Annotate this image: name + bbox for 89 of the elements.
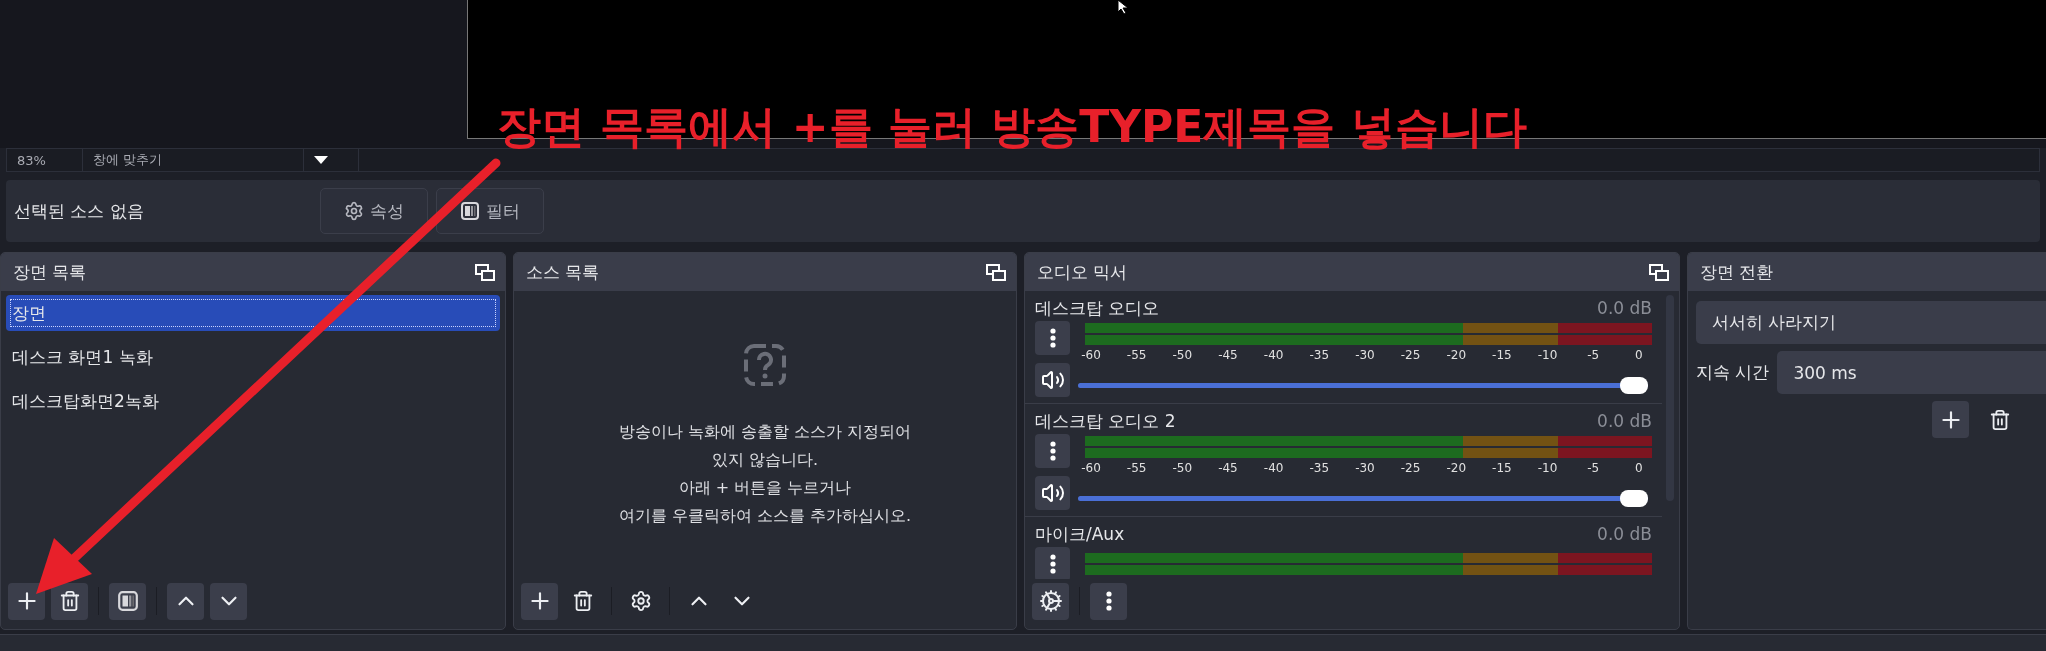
duration-field[interactable]: 300 ms bbox=[1777, 351, 2046, 394]
filter-icon bbox=[116, 590, 139, 612]
menu-button[interactable] bbox=[1035, 547, 1070, 579]
channel-name: 데스크탑 오디오 bbox=[1035, 296, 1160, 320]
filters-button[interactable] bbox=[109, 582, 146, 620]
move-down-button[interactable] bbox=[210, 582, 247, 620]
scale-label: 0 bbox=[1634, 347, 1644, 362]
scale-label: -15 bbox=[1491, 460, 1513, 475]
scale-label: -35 bbox=[1308, 347, 1331, 362]
empty-hint-text: 있지 않습니다. bbox=[711, 449, 819, 471]
trash-icon bbox=[1988, 408, 2011, 431]
more-icon bbox=[1105, 591, 1112, 611]
volume-reading: 0.0 dB bbox=[1597, 524, 1652, 544]
empty-hint-text: 아래 + 버튼을 누르거나 bbox=[678, 477, 852, 499]
settings-icon bbox=[344, 201, 364, 221]
scale-label: -10 bbox=[1536, 460, 1559, 475]
delete-button[interactable] bbox=[51, 582, 88, 620]
scale-label: -35 bbox=[1308, 460, 1331, 475]
add-button[interactable] bbox=[8, 582, 45, 620]
gear-icon bbox=[1038, 589, 1063, 613]
source-status: 선택된 소스 없음 bbox=[14, 199, 145, 223]
volume-reading: 0.0 dB bbox=[1597, 298, 1652, 318]
volume-slider[interactable] bbox=[1078, 489, 1648, 507]
scale-label: -45 bbox=[1217, 347, 1239, 362]
scene-item[interactable]: 데스크탑화면2녹화 bbox=[6, 383, 500, 419]
scene-item[interactable]: 장면 bbox=[6, 295, 500, 331]
volume-reading: 0.0 dB bbox=[1597, 411, 1652, 431]
scale-label: -25 bbox=[1399, 460, 1422, 475]
empty-hint-text: 방송이나 녹화에 송출할 소스가 지정되어 bbox=[618, 421, 912, 443]
settings-icon bbox=[629, 590, 652, 612]
undock-icon[interactable] bbox=[475, 263, 495, 281]
scale-label: -20 bbox=[1445, 347, 1468, 362]
more-icon bbox=[1049, 554, 1056, 574]
channel-name: 마이크/Aux bbox=[1035, 522, 1125, 546]
menu-button[interactable] bbox=[1035, 434, 1070, 468]
scale-label: -5 bbox=[1586, 347, 1601, 362]
add-button[interactable] bbox=[521, 582, 558, 620]
trash-icon bbox=[58, 590, 81, 612]
slider-thumb[interactable] bbox=[1620, 376, 1648, 394]
scale-label: -5 bbox=[1586, 460, 1601, 475]
scale-label: -10 bbox=[1536, 347, 1559, 362]
undock-icon[interactable] bbox=[1649, 263, 1669, 281]
empty-hint-text: 여기를 우클릭하여 소스를 추가하십시오. bbox=[618, 505, 912, 527]
transition-dropdown[interactable]: 서서히 사라지기 bbox=[1696, 301, 2046, 344]
scale-label: -20 bbox=[1445, 460, 1468, 475]
menu-button[interactable] bbox=[1090, 582, 1127, 620]
filters-button[interactable]: 필터 bbox=[436, 188, 544, 234]
scale-mode-dropdown[interactable]: 창에 맞추기 bbox=[83, 149, 304, 171]
scale-label: -40 bbox=[1262, 347, 1285, 362]
filter-icon bbox=[460, 201, 480, 221]
zoom-level: 83% bbox=[17, 152, 46, 168]
scale-label: -30 bbox=[1354, 347, 1376, 362]
add-button[interactable] bbox=[1932, 401, 1969, 438]
scale-label: -50 bbox=[1171, 347, 1194, 362]
channel-name: 데스크탑 오디오 2 bbox=[1035, 409, 1176, 433]
scale-label: -60 bbox=[1080, 347, 1102, 362]
more-icon bbox=[1049, 328, 1056, 348]
scale-label: -55 bbox=[1125, 460, 1148, 475]
mute-button[interactable] bbox=[1035, 476, 1070, 510]
panel-title: 장면 목록 bbox=[13, 260, 87, 284]
speaker-icon bbox=[1040, 368, 1065, 392]
move-up-button[interactable] bbox=[167, 582, 204, 620]
panel-title: 소스 목록 bbox=[526, 260, 600, 284]
scale-label: -15 bbox=[1491, 347, 1513, 362]
volume-slider[interactable] bbox=[1078, 376, 1648, 394]
advanced-audio-button[interactable] bbox=[1032, 582, 1069, 620]
speaker-icon bbox=[1040, 481, 1065, 505]
annotation-text: 장면 목록에서 +를 눌러 방송TYPE제목을 넣습니다 bbox=[497, 100, 1527, 154]
scale-label: 0 bbox=[1634, 460, 1644, 475]
caret-icon[interactable] bbox=[314, 156, 328, 164]
scale-label: -30 bbox=[1354, 460, 1376, 475]
scale-label: -55 bbox=[1125, 347, 1148, 362]
duration-label: 지속 시간 bbox=[1696, 361, 1770, 384]
question-icon bbox=[743, 343, 787, 387]
scale-label: -45 bbox=[1217, 460, 1239, 475]
undock-icon[interactable] bbox=[986, 263, 1006, 281]
slider-thumb[interactable] bbox=[1620, 489, 1648, 507]
scale-label: -25 bbox=[1399, 347, 1422, 362]
menu-button[interactable] bbox=[1035, 321, 1070, 355]
scale-label: -40 bbox=[1262, 460, 1285, 475]
properties-button[interactable]: 속성 bbox=[320, 188, 428, 234]
more-icon bbox=[1049, 441, 1056, 461]
panel-title: 오디오 믹서 bbox=[1037, 260, 1128, 284]
trash-icon bbox=[571, 590, 594, 612]
mute-button[interactable] bbox=[1035, 363, 1070, 397]
scene-item[interactable]: 데스크 화면1 녹화 bbox=[6, 339, 500, 375]
panel-title: 장면 전환 bbox=[1700, 260, 1774, 284]
scale-label: -60 bbox=[1080, 460, 1102, 475]
scale-label: -50 bbox=[1171, 460, 1194, 475]
